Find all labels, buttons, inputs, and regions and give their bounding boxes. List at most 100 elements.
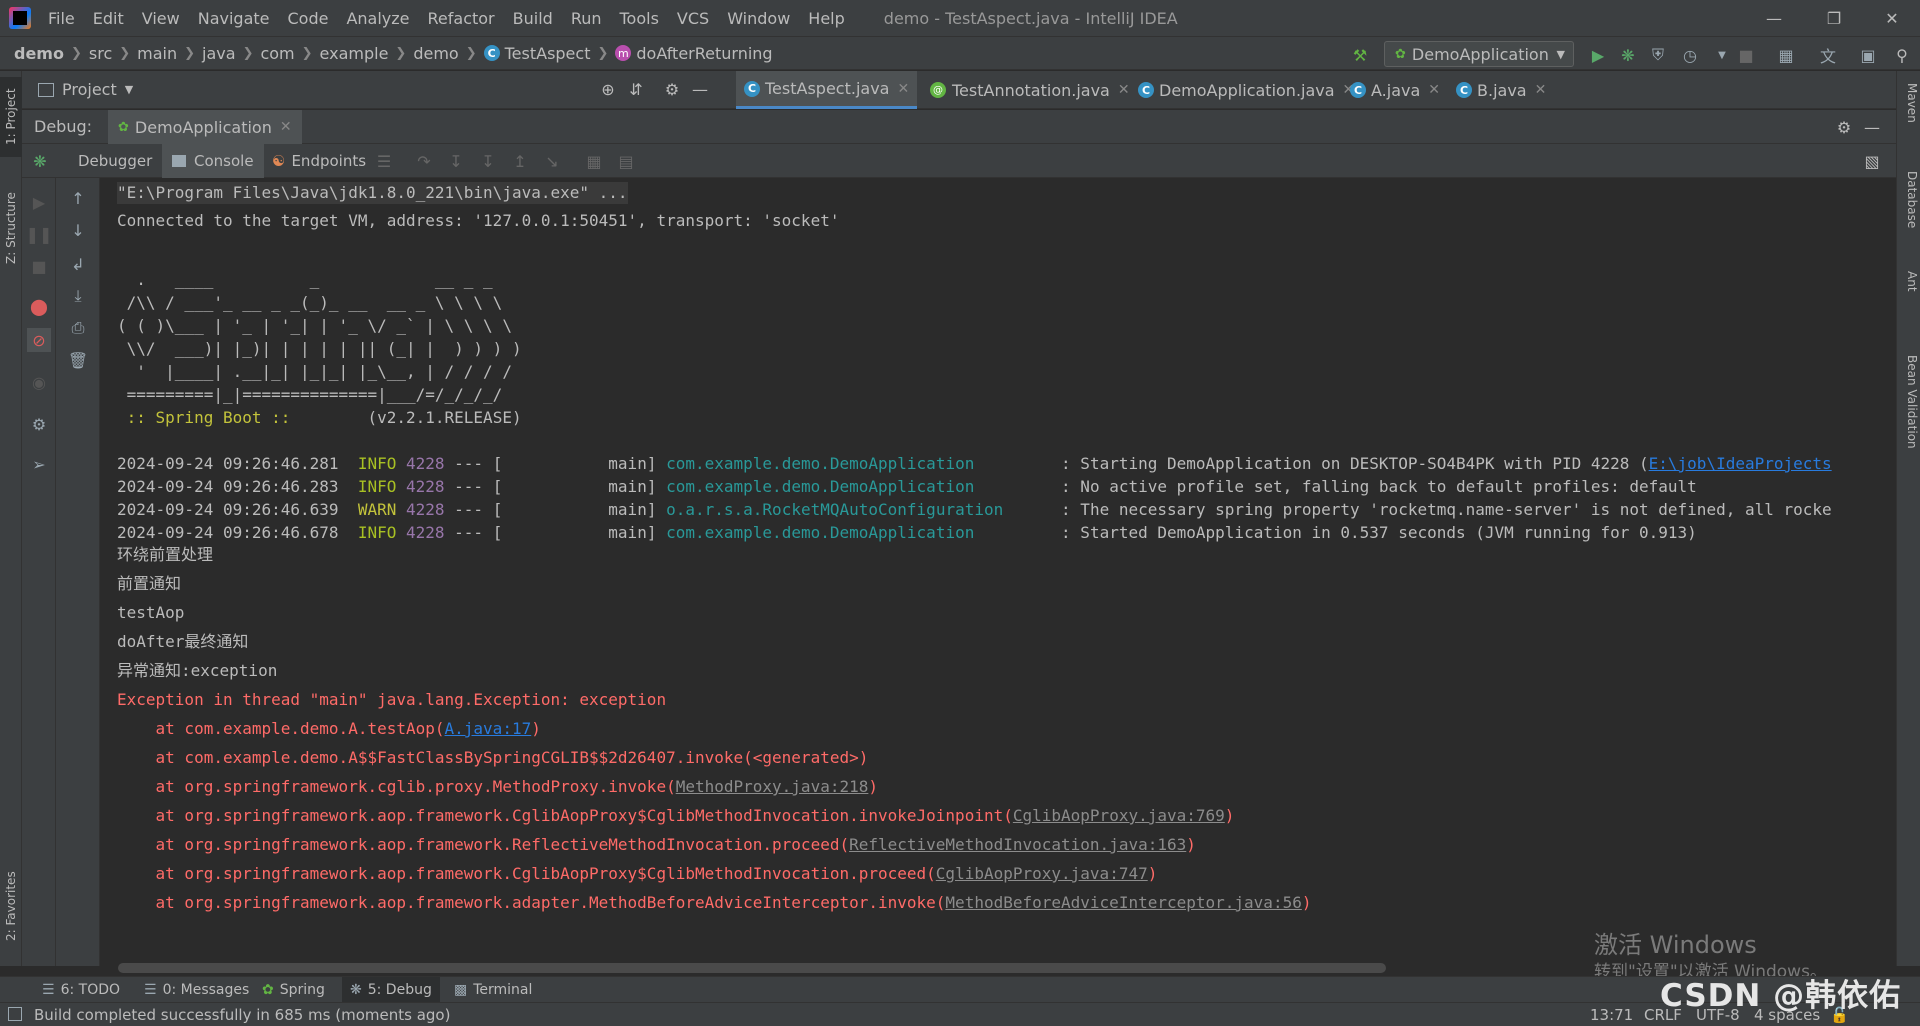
hide-icon[interactable]: —: [1862, 117, 1882, 137]
crumb-com[interactable]: com: [260, 44, 294, 63]
stack-source-link[interactable]: A.java:17: [445, 719, 532, 738]
menu-run[interactable]: Run: [562, 9, 611, 28]
scroll-to-end-icon[interactable]: ⤓: [66, 284, 90, 308]
tab-debugger[interactable]: Debugger: [68, 144, 162, 178]
menu-analyze[interactable]: Analyze: [337, 9, 418, 28]
tab-testannotation[interactable]: @ TestAnnotation.java ✕: [922, 71, 1138, 109]
ant-tool-tab[interactable]: Ant: [1899, 271, 1919, 292]
crumb-method[interactable]: m doAfterReturning: [615, 44, 773, 63]
arrow-up-icon[interactable]: ↑: [66, 186, 90, 210]
force-step-into-icon[interactable]: ↧: [478, 151, 498, 171]
restore-icon[interactable]: ❐: [1806, 0, 1862, 36]
crumb-example[interactable]: example: [320, 44, 389, 63]
minimize-icon[interactable]: —: [1746, 0, 1802, 36]
crumb-main[interactable]: main: [137, 44, 177, 63]
menu-edit[interactable]: Edit: [84, 9, 133, 28]
tab-debug[interactable]: ❋ 5: Debug: [342, 977, 440, 1003]
chevron-down-icon[interactable]: ▼: [1712, 45, 1732, 65]
step-over-icon[interactable]: ↷: [414, 151, 434, 171]
menu-build[interactable]: Build: [504, 9, 562, 28]
crumb-java[interactable]: java: [202, 44, 236, 63]
tab-testaspect[interactable]: C TestAspect.java ✕: [736, 71, 918, 109]
menu-window[interactable]: Window: [718, 9, 799, 28]
close-icon[interactable]: ✕: [280, 119, 292, 135]
tab-b-java[interactable]: C B.java ✕: [1448, 71, 1554, 109]
run-to-cursor-icon[interactable]: ↘: [542, 151, 562, 171]
console-output[interactable]: "E:\Program Files\Java\jdk1.8.0_221\bin\…: [100, 178, 1886, 976]
evaluate-icon[interactable]: ▦: [584, 151, 604, 171]
run-icon[interactable]: ▶: [1588, 45, 1608, 65]
menu-code[interactable]: Code: [279, 9, 338, 28]
build-hammer-icon[interactable]: ⚒: [1350, 45, 1370, 65]
gear-icon[interactable]: ⚙: [1834, 117, 1854, 137]
hide-icon[interactable]: —: [690, 79, 710, 99]
pin-icon[interactable]: ➢: [27, 452, 51, 476]
tab-demoapplication[interactable]: C DemoApplication.java ✕: [1130, 71, 1362, 109]
tab-a-java[interactable]: C A.java ✕: [1342, 71, 1448, 109]
debug-bug-icon[interactable]: ❋: [1618, 45, 1638, 65]
debug-session-tab[interactable]: ✿ DemoApplication ✕: [108, 110, 302, 144]
arrow-down-icon[interactable]: ↓: [66, 218, 90, 242]
camera-icon[interactable]: ◉: [27, 370, 51, 394]
crumb-src[interactable]: src: [89, 44, 112, 63]
trash-icon[interactable]: 🗑: [66, 348, 90, 372]
project-structure-icon[interactable]: ▦: [1776, 45, 1796, 65]
stack-source-link[interactable]: MethodProxy.java:218: [676, 777, 869, 796]
status-message[interactable]: Build completed successfully in 685 ms (…: [34, 1006, 450, 1024]
log-path-link[interactable]: E:\job\IdeaProjects: [1649, 454, 1832, 473]
trace-icon[interactable]: ▤: [616, 151, 636, 171]
layout-icon[interactable]: ▧: [1862, 151, 1882, 171]
menu-view[interactable]: View: [133, 9, 189, 28]
project-tool-tab[interactable]: 1: Project: [0, 77, 22, 157]
crumb-project[interactable]: demo: [14, 44, 64, 63]
close-icon[interactable]: ✕: [897, 81, 909, 97]
pause-icon[interactable]: ❚❚: [26, 222, 53, 246]
menu-tools[interactable]: Tools: [611, 9, 668, 28]
presentation-icon[interactable]: ▣: [1858, 45, 1878, 65]
close-icon[interactable]: ✕: [1118, 82, 1130, 98]
run-config-select[interactable]: ✿ DemoApplication ▼: [1384, 41, 1574, 67]
collapse-all-icon[interactable]: ⇵: [626, 79, 646, 99]
coverage-shield-icon[interactable]: ⛨: [1648, 45, 1668, 65]
tab-messages[interactable]: ☰ 0: Messages: [136, 977, 257, 1003]
soft-wrap-icon[interactable]: ↲: [66, 252, 90, 276]
step-into-icon[interactable]: ↧: [446, 151, 466, 171]
mute-breakpoints-icon[interactable]: ⊘: [27, 328, 51, 352]
close-icon[interactable]: ✕: [1428, 82, 1440, 98]
favorites-tool-tab[interactable]: 2: Favorites: [0, 861, 22, 951]
menu-refactor[interactable]: Refactor: [419, 9, 504, 28]
step-out-icon[interactable]: ↥: [510, 151, 530, 171]
resume-icon[interactable]: ▶: [27, 190, 51, 214]
gear-icon[interactable]: ⚙: [662, 79, 682, 99]
caret-position[interactable]: 13:71: [1590, 1006, 1633, 1024]
tab-terminal[interactable]: ▩ Terminal: [446, 977, 540, 1003]
translate-icon[interactable]: 文: [1818, 45, 1838, 66]
menu-navigate[interactable]: Navigate: [189, 9, 279, 28]
menu-file[interactable]: File: [39, 9, 84, 28]
menu-help[interactable]: Help: [799, 9, 853, 28]
tab-spring[interactable]: ✿ Spring: [254, 977, 333, 1003]
stack-source-link[interactable]: ReflectiveMethodInvocation.java:163: [849, 835, 1186, 854]
profile-icon[interactable]: ◷: [1680, 45, 1700, 65]
menu-icon[interactable]: ☰: [374, 151, 394, 171]
crumb-demo[interactable]: demo: [413, 44, 458, 63]
database-tool-tab[interactable]: Database: [1899, 171, 1919, 228]
stack-source-link[interactable]: MethodBeforeAdviceInterceptor.java:56: [945, 893, 1301, 912]
maven-tool-tab[interactable]: Maven: [1899, 83, 1919, 123]
locate-target-icon[interactable]: ⊕: [598, 79, 618, 99]
gear-icon[interactable]: ⚙: [27, 412, 51, 436]
structure-tool-tab[interactable]: Z: Structure: [0, 183, 22, 273]
project-view-select[interactable]: Project ▼: [38, 80, 133, 99]
menu-vcs[interactable]: VCS: [668, 9, 718, 28]
view-breakpoints-icon[interactable]: ⬤: [27, 294, 51, 318]
vertical-scrollbar[interactable]: [1886, 178, 1896, 976]
tab-todo[interactable]: ☰ 6: TODO: [34, 977, 128, 1003]
print-icon[interactable]: ⎙: [66, 316, 90, 340]
bean-validation-tool-tab[interactable]: Bean Validation: [1899, 355, 1919, 449]
search-icon[interactable]: ⚲: [1892, 45, 1912, 65]
stop-icon[interactable]: ■: [1736, 45, 1756, 65]
tab-console[interactable]: Console: [162, 144, 264, 178]
close-icon[interactable]: ✕: [1535, 82, 1547, 98]
crumb-class[interactable]: C TestAspect: [483, 44, 590, 63]
stack-source-link[interactable]: CglibAopProxy.java:769: [1013, 806, 1225, 825]
